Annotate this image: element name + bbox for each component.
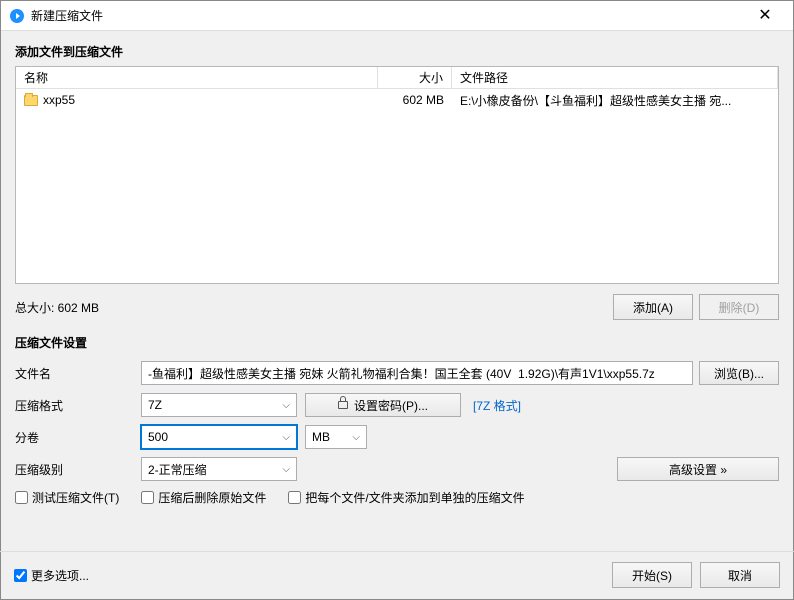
chevron-down-icon: ⌵ — [282, 464, 290, 475]
lock-icon — [338, 401, 348, 409]
more-options-label: 更多选项... — [31, 567, 89, 584]
delete-button: 删除(D) — [699, 294, 779, 320]
advanced-settings-button[interactable]: 高级设置 » — [617, 457, 779, 481]
test-archive-label: 测试压缩文件(T) — [32, 489, 119, 506]
format-value: 7Z — [148, 398, 162, 412]
col-name-header[interactable]: 名称 — [16, 67, 378, 88]
browse-button[interactable]: 浏览(B)... — [699, 361, 779, 385]
file-list: 名称 大小 文件路径 xxp55 602 MB E:\小橡皮备份\【斗鱼福利】超… — [15, 66, 779, 284]
cancel-button[interactable]: 取消 — [700, 562, 780, 588]
separate-archives-input[interactable] — [288, 491, 301, 504]
password-label: 设置密码(P)... — [354, 397, 428, 414]
add-files-heading: 添加文件到压缩文件 — [15, 43, 779, 60]
level-label: 压缩级别 — [15, 461, 141, 478]
volume-input[interactable]: 500 ⌵ — [141, 425, 297, 449]
titlebar: 新建压缩文件 ✕ — [1, 1, 793, 31]
app-icon — [9, 8, 25, 24]
level-select[interactable]: 2-正常压缩 ⌵ — [141, 457, 297, 481]
close-button[interactable]: ✕ — [745, 1, 785, 31]
separate-archives-label: 把每个文件/文件夹添加到单独的压缩文件 — [305, 489, 524, 506]
chevron-down-icon: ⌵ — [352, 432, 360, 443]
total-size-label: 总大小: 602 MB — [15, 299, 607, 316]
test-archive-checkbox[interactable]: 测试压缩文件(T) — [15, 489, 119, 506]
filename-label: 文件名 — [15, 365, 141, 382]
volume-label: 分卷 — [15, 429, 141, 446]
more-options-checkbox[interactable]: 更多选项... — [14, 567, 604, 584]
file-name-cell: xxp55 — [43, 93, 75, 107]
delete-after-checkbox[interactable]: 压缩后删除原始文件 — [141, 489, 266, 506]
file-row[interactable]: xxp55 602 MB E:\小橡皮备份\【斗鱼福利】超级性感美女主播 宛..… — [16, 89, 778, 111]
volume-value: 500 — [148, 430, 168, 444]
add-button[interactable]: 添加(A) — [613, 294, 693, 320]
separate-archives-checkbox[interactable]: 把每个文件/文件夹添加到单独的压缩文件 — [288, 489, 524, 506]
unit-value: MB — [312, 430, 330, 444]
set-password-button[interactable]: 设置密码(P)... — [305, 393, 461, 417]
filename-input[interactable] — [141, 361, 693, 385]
unit-select[interactable]: MB ⌵ — [305, 425, 367, 449]
level-value: 2-正常压缩 — [148, 461, 207, 478]
chevron-down-icon: ⌵ — [282, 432, 290, 443]
col-path-header[interactable]: 文件路径 — [452, 67, 778, 88]
delete-after-input[interactable] — [141, 491, 154, 504]
format-select[interactable]: 7Z ⌵ — [141, 393, 297, 417]
more-options-input[interactable] — [14, 569, 27, 582]
delete-after-label: 压缩后删除原始文件 — [158, 489, 266, 506]
file-list-header: 名称 大小 文件路径 — [16, 67, 778, 89]
file-path-cell: E:\小橡皮备份\【斗鱼福利】超级性感美女主播 宛... — [452, 92, 778, 109]
window-title: 新建压缩文件 — [31, 7, 745, 24]
format-label: 压缩格式 — [15, 397, 141, 414]
col-size-header[interactable]: 大小 — [378, 67, 452, 88]
bottom-bar: 更多选项... 开始(S) 取消 — [0, 551, 794, 600]
folder-icon — [24, 95, 38, 106]
chevron-down-icon: ⌵ — [282, 400, 290, 411]
file-size-cell: 602 MB — [378, 93, 452, 107]
start-button[interactable]: 开始(S) — [612, 562, 692, 588]
archive-settings-heading: 压缩文件设置 — [15, 334, 779, 351]
format-help-link[interactable]: [7Z 格式] — [473, 397, 521, 414]
test-archive-input[interactable] — [15, 491, 28, 504]
